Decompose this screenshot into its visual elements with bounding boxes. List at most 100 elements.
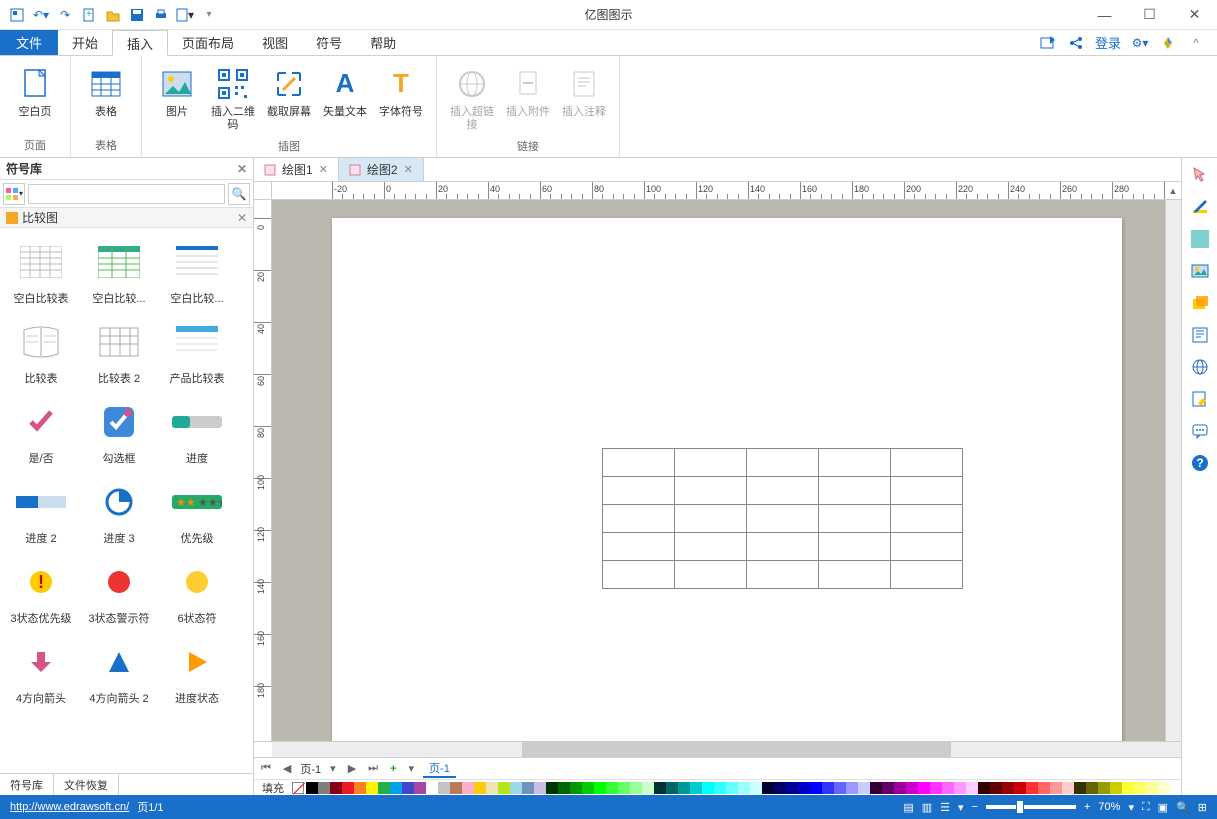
color-swatch[interactable] [1002, 782, 1014, 794]
shape-red-circle[interactable]: 3状态警示符 [80, 554, 158, 634]
color-swatch[interactable] [438, 782, 450, 794]
color-swatch[interactable] [978, 782, 990, 794]
inserted-table[interactable] [602, 448, 963, 589]
shape-notebook2[interactable]: 比较表 2 [80, 314, 158, 394]
shape-triangle-right[interactable]: 进度状态 [158, 634, 236, 714]
color-swatch[interactable] [366, 782, 378, 794]
page-dropdown-icon[interactable]: ▾ [327, 762, 339, 775]
ribbon-qrcode-button[interactable]: 插入二维码 [206, 60, 260, 132]
help-tool-icon[interactable]: ? [1189, 452, 1211, 474]
zoom-out-icon[interactable]: − [972, 801, 978, 813]
fit-page-icon[interactable]: ▣ [1158, 801, 1168, 814]
view-dropdown-icon[interactable]: ▾ [958, 801, 964, 814]
close-icon[interactable]: ✕ [404, 163, 413, 176]
color-swatch[interactable] [1134, 782, 1146, 794]
color-swatch[interactable] [546, 782, 558, 794]
color-swatch[interactable] [714, 782, 726, 794]
search-input[interactable] [28, 184, 225, 204]
doc-tab-绘图1[interactable]: 绘图1✕ [254, 158, 339, 181]
view-mode-2-icon[interactable]: ▥ [922, 801, 932, 814]
color-swatch[interactable] [774, 782, 786, 794]
color-swatch[interactable] [954, 782, 966, 794]
menu-视图[interactable]: 视图 [248, 30, 302, 55]
open-icon[interactable] [104, 6, 122, 24]
color-swatch[interactable] [642, 782, 654, 794]
shape-progress[interactable]: 进度 [158, 394, 236, 474]
shape-blank-table[interactable]: 空白比较表 [2, 234, 80, 314]
pen-tool-icon[interactable] [1189, 196, 1211, 218]
view-mode-3-icon[interactable]: ☰ [940, 801, 950, 814]
status-url[interactable]: http://www.edrawsoft.cn/ [10, 801, 129, 813]
color-swatch[interactable] [990, 782, 1002, 794]
color-swatch[interactable] [1098, 782, 1110, 794]
library-picker-icon[interactable]: ▾ [3, 183, 25, 205]
color-swatch[interactable] [354, 782, 366, 794]
color-swatch[interactable] [906, 782, 918, 794]
color-swatch[interactable] [582, 782, 594, 794]
color-swatch[interactable] [822, 782, 834, 794]
color-swatch[interactable] [690, 782, 702, 794]
color-swatch[interactable] [810, 782, 822, 794]
menu-开始[interactable]: 开始 [58, 30, 112, 55]
color-swatch[interactable] [942, 782, 954, 794]
panel-tab-符号库[interactable]: 符号库 [0, 774, 54, 795]
panel-tab-文件恢复[interactable]: 文件恢复 [54, 774, 119, 795]
search-icon[interactable]: 🔍 [228, 183, 250, 205]
section-close-icon[interactable]: ✕ [237, 211, 247, 225]
color-swatch[interactable] [414, 782, 426, 794]
app-logo-icon[interactable] [1159, 34, 1177, 52]
color-swatch[interactable] [1074, 782, 1086, 794]
shape-progress2[interactable]: 进度 2 [2, 474, 80, 554]
ribbon-font-symbol-button[interactable]: T字体符号 [374, 60, 428, 132]
image-tool-icon[interactable] [1189, 260, 1211, 282]
shape-check[interactable]: 是/否 [2, 394, 80, 474]
edit-tool-icon[interactable] [1189, 388, 1211, 410]
ribbon-blank-page-button[interactable]: 空白页 [8, 60, 62, 131]
shape-triangle-up[interactable]: 4方向箭头 2 [80, 634, 158, 714]
color-swatch[interactable] [750, 782, 762, 794]
undo-icon[interactable]: ↶▾ [32, 6, 50, 24]
color-swatch[interactable] [882, 782, 894, 794]
page-next-icon[interactable]: ▶ [345, 762, 359, 775]
ruler-scroll-up[interactable]: ▲ [1165, 182, 1181, 200]
close-button[interactable]: ✕ [1172, 0, 1217, 30]
page-last-icon[interactable]: ⏭ [365, 762, 381, 775]
color-swatch[interactable] [426, 782, 438, 794]
share-icon[interactable] [1067, 34, 1085, 52]
color-swatch[interactable] [534, 782, 546, 794]
redo-icon[interactable]: ↷ [56, 6, 74, 24]
zoom-selection-icon[interactable]: 🔍 [1176, 801, 1190, 814]
color-swatch[interactable] [594, 782, 606, 794]
color-swatch[interactable] [834, 782, 846, 794]
zoom-in-icon[interactable]: + [1084, 801, 1090, 813]
color-swatch[interactable] [1158, 782, 1170, 794]
color-swatch[interactable] [666, 782, 678, 794]
color-swatch[interactable] [1062, 782, 1074, 794]
color-swatch[interactable] [630, 782, 642, 794]
color-swatch[interactable] [606, 782, 618, 794]
color-swatch[interactable] [930, 782, 942, 794]
color-swatch[interactable] [918, 782, 930, 794]
shape-yellow-circle[interactable]: 6状态符 [158, 554, 236, 634]
pointer-tool-icon[interactable] [1189, 164, 1211, 186]
ribbon-vector-text-button[interactable]: A矢量文本 [318, 60, 372, 132]
color-swatch[interactable] [1122, 782, 1134, 794]
color-swatch[interactable] [738, 782, 750, 794]
no-fill-swatch[interactable] [292, 782, 304, 794]
grid-icon[interactable]: ⊞ [1198, 801, 1207, 814]
color-swatch[interactable] [522, 782, 534, 794]
horizontal-scrollbar[interactable] [272, 742, 1165, 757]
save-icon[interactable] [128, 6, 146, 24]
color-swatch[interactable] [474, 782, 486, 794]
drawing-page[interactable] [332, 218, 1122, 741]
comment-tool-icon[interactable] [1189, 420, 1211, 442]
vertical-scrollbar[interactable] [1165, 200, 1181, 741]
ribbon-screenshot-button[interactable]: 截取屏幕 [262, 60, 316, 132]
color-swatch[interactable] [570, 782, 582, 794]
page-prev-icon[interactable]: ◀ [280, 762, 294, 775]
text-tool-icon[interactable] [1189, 324, 1211, 346]
color-swatch[interactable] [654, 782, 666, 794]
layers-tool-icon[interactable] [1189, 292, 1211, 314]
share-export-icon[interactable] [1039, 34, 1057, 52]
view-mode-1-icon[interactable]: ▤ [903, 801, 913, 814]
